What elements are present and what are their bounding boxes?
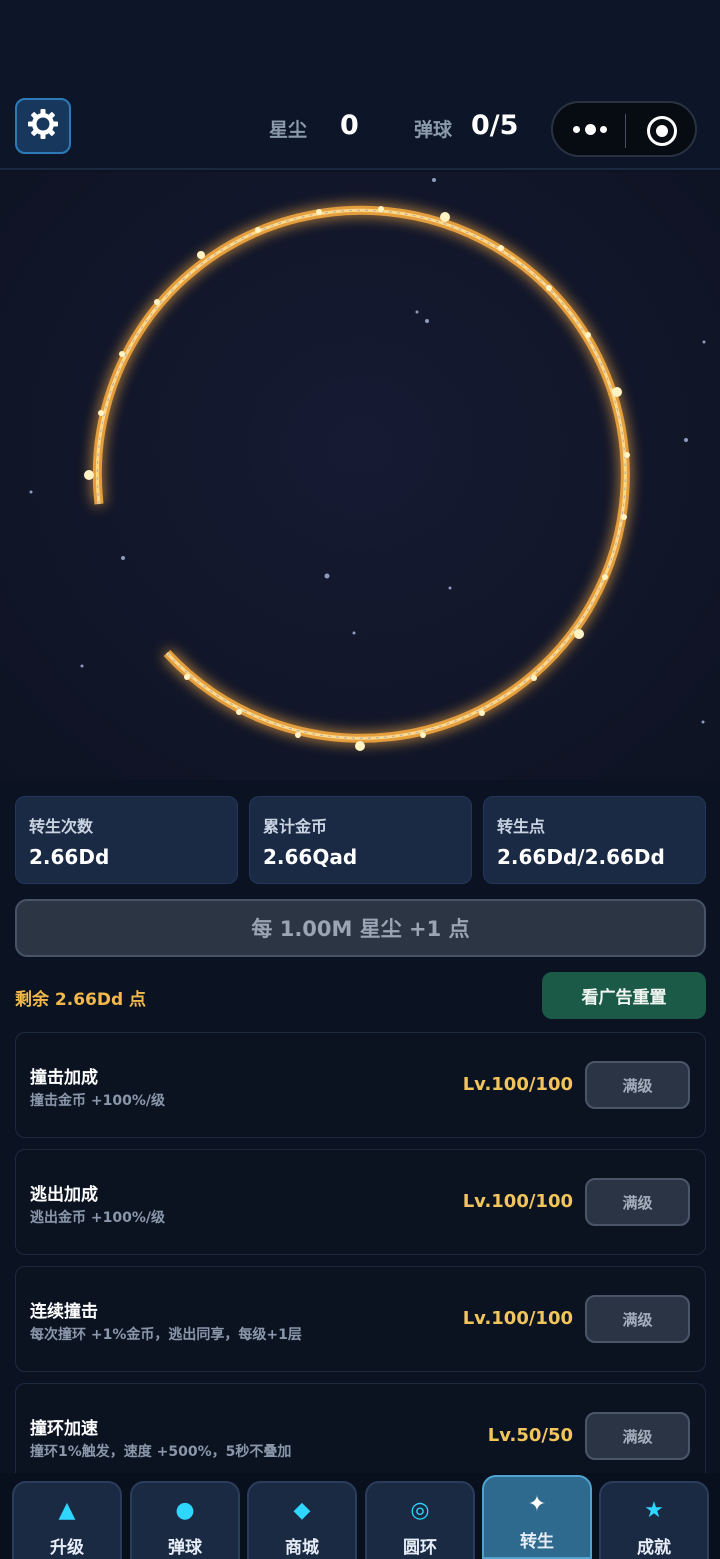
ring-scene — [29, 178, 706, 751]
remaining-points: 剩余 2.66Dd 点 — [15, 990, 147, 1010]
balls-label: 弹球 — [414, 119, 453, 141]
tab-shop[interactable]: ◆ 商城 — [247, 1481, 357, 1559]
upgrade-max-button[interactable]: 满级 — [585, 1061, 690, 1109]
star-icon: ★ — [644, 1497, 664, 1523]
tab-label: 转生 — [520, 1532, 554, 1552]
upgrade-desc: 撞环1%触发，速度 +500%，5秒不叠加 — [30, 1444, 292, 1460]
stat-card-label: 转生点 — [497, 817, 546, 836]
upgrade-row-escape-bonus: 逃出加成 逃出金币 +100%/级 Lv.100/100 满级 — [15, 1149, 706, 1255]
ring-sparkles — [84, 206, 630, 751]
status-bar-area — [0, 0, 720, 96]
tab-label: 圆环 — [403, 1538, 437, 1558]
stat-card-label: 转生次数 — [29, 817, 94, 836]
stardust-value: 0 — [340, 110, 359, 141]
tab-rebirth[interactable]: ✦ 转生 — [482, 1475, 592, 1559]
game-field[interactable] — [0, 172, 720, 780]
ball-icon: ● — [175, 1497, 195, 1523]
upgrade-max-button[interactable]: 满级 — [585, 1178, 690, 1226]
settings-button[interactable] — [15, 98, 71, 154]
upgrade-desc: 逃出金币 +100%/级 — [30, 1210, 165, 1226]
capsule-divider — [625, 114, 626, 148]
upgrade-row-ring-speed: 撞环加速 撞环1%触发，速度 +500%，5秒不叠加 Lv.50/50 满级 — [15, 1383, 706, 1473]
close-target-icon[interactable] — [647, 116, 677, 146]
upgrade-level: Lv.100/100 — [462, 1191, 573, 1212]
bottom-nav: ▲ 升级 ● 弹球 ◆ 商城 ◎ 圆环 ✦ 转生 ★ 成就 — [0, 1473, 720, 1559]
upgrade-max-button[interactable]: 满级 — [585, 1412, 690, 1460]
stat-card-rebirth-points: 转生点 2.66Dd/2.66Dd — [483, 796, 706, 884]
tab-ring[interactable]: ◎ 圆环 — [365, 1481, 475, 1559]
upgrade-row-combo-hit: 连续撞击 每次撞环 +1%金币，逃出同享，每级+1层 Lv.100/100 满级 — [15, 1266, 706, 1372]
gear-icon — [25, 106, 61, 146]
tab-label: 商城 — [285, 1538, 319, 1558]
stat-card-rebirth-count: 转生次数 2.66Dd — [15, 796, 238, 884]
tab-achievements[interactable]: ★ 成就 — [599, 1481, 709, 1559]
upgrade-level: Lv.50/50 — [487, 1425, 573, 1446]
more-menu-icon[interactable] — [573, 115, 607, 143]
background-stars — [29, 178, 706, 724]
upgrade-name: 逃出加成 — [30, 1185, 98, 1205]
tab-upgrade[interactable]: ▲ 升级 — [12, 1481, 122, 1559]
hud-bar: 星尘 0 弹球 0/5 — [0, 96, 720, 170]
upgrade-level: Lv.100/100 — [462, 1308, 573, 1329]
upgrade-desc: 每次撞环 +1%金币，逃出同享，每级+1层 — [30, 1327, 302, 1343]
rebirth-rate-button[interactable]: 每 1.00M 星尘 +1 点 — [15, 899, 706, 957]
tab-label: 升级 — [50, 1538, 84, 1558]
triangle-icon: ▲ — [58, 1497, 76, 1523]
stat-card-value: 2.66Qad — [263, 845, 358, 869]
stardust-label: 星尘 — [269, 119, 308, 141]
upgrade-name: 撞环加速 — [30, 1419, 98, 1439]
upgrade-name: 连续撞击 — [30, 1302, 98, 1322]
upgrade-max-button[interactable]: 满级 — [585, 1295, 690, 1343]
tab-label: 成就 — [637, 1538, 671, 1558]
stat-card-total-coins: 累计金币 2.66Qad — [249, 796, 472, 884]
stat-card-value: 2.66Dd/2.66Dd — [497, 845, 665, 869]
orbit-ring — [92, 205, 630, 743]
upgrade-row-hit-bonus: 撞击加成 撞击金币 +100%/级 Lv.100/100 满级 — [15, 1032, 706, 1138]
diamond-icon: ◆ — [293, 1497, 311, 1523]
upgrade-level: Lv.100/100 — [462, 1074, 573, 1095]
ring-icon: ◎ — [410, 1497, 430, 1523]
rebirth-panel: 转生次数 2.66Dd 累计金币 2.66Qad 转生点 2.66Dd/2.66… — [0, 780, 720, 1473]
stat-card-value: 2.66Dd — [29, 845, 110, 869]
balls-value: 0/5 — [471, 110, 519, 141]
stat-card-label: 累计金币 — [263, 817, 328, 836]
tab-label: 弹球 — [168, 1538, 202, 1558]
upgrade-desc: 撞击金币 +100%/级 — [30, 1093, 165, 1109]
mini-program-capsule — [551, 101, 697, 157]
sparkle-icon: ✦ — [527, 1491, 547, 1517]
watch-ad-reset-button[interactable]: 看广告重置 — [542, 972, 706, 1019]
upgrade-name: 撞击加成 — [30, 1068, 98, 1088]
tab-balls[interactable]: ● 弹球 — [130, 1481, 240, 1559]
